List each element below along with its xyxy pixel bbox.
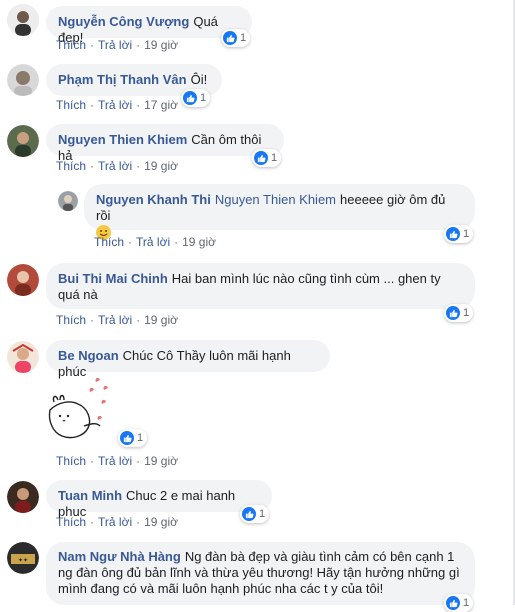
avatar[interactable] <box>7 264 39 296</box>
comment-actions: Thích · Trả lời · 19 giờ <box>94 235 216 249</box>
avatar[interactable]: ✦✦ <box>7 542 39 574</box>
reaction-count[interactable]: 1 <box>252 149 282 167</box>
mention-link[interactable]: Nguyen Thien Khiem <box>215 192 336 207</box>
avatar[interactable] <box>58 191 78 211</box>
comment-bubble: Be Ngoan Chúc Cô Thầy luôn mãi hạnh phúc <box>46 340 330 379</box>
like-reaction-icon <box>446 227 460 241</box>
like-button[interactable]: Thích <box>56 454 86 468</box>
comment-time[interactable]: 17 giờ <box>144 98 178 112</box>
reply-button[interactable]: Trả lời <box>98 515 132 529</box>
commenter-name[interactable]: Tuan Minh <box>58 488 122 503</box>
svg-text:✦✦: ✦✦ <box>18 557 28 564</box>
reply-button[interactable]: Trả lời <box>98 159 132 173</box>
like-button[interactable]: Thích <box>56 515 86 529</box>
commenter-name[interactable]: Nam Ngư Nhà Hàng <box>58 549 181 564</box>
comment-bubble: Tuan Minh Chuc 2 e mai hanh phuc <box>46 480 272 519</box>
commenter-name[interactable]: Bui Thi Mai Chinh <box>58 271 168 286</box>
reply-button[interactable]: Trả lời <box>98 98 132 112</box>
like-reaction-icon <box>183 91 197 105</box>
like-count: 1 <box>271 152 278 164</box>
reaction-count[interactable]: 1 <box>240 505 270 523</box>
comment-actions: Thích · Trả lời · 19 giờ <box>56 159 178 173</box>
like-button[interactable]: Thích <box>56 159 86 173</box>
commenter-name[interactable]: Phạm Thị Thanh Vân <box>58 72 187 87</box>
reaction-count[interactable]: 1 <box>444 304 474 322</box>
like-count: 1 <box>463 228 470 240</box>
like-reaction-icon <box>120 431 134 445</box>
reply-button[interactable]: Trả lời <box>98 38 132 52</box>
avatar[interactable] <box>7 4 39 36</box>
reply-button[interactable]: Trả lời <box>136 235 170 249</box>
reply-button[interactable]: Trả lời <box>98 454 132 468</box>
like-count: 1 <box>240 32 247 44</box>
comment-bubble: Nguyen Thien Khiem Cần ôm thôi hả <box>46 124 284 163</box>
like-reaction-icon <box>242 507 256 521</box>
like-count: 1 <box>137 432 144 444</box>
comment-time[interactable]: 19 giờ <box>182 235 216 249</box>
commenter-name[interactable]: Nguyen Thien Khiem <box>58 132 187 147</box>
comment-time[interactable]: 19 giờ <box>144 515 178 529</box>
comment-bubble: Bui Thi Mai Chinh Hai ban mình lúc nào cũ… <box>46 263 475 309</box>
like-count: 1 <box>463 597 470 609</box>
like-reaction-icon <box>223 31 237 45</box>
like-button[interactable]: Thích <box>56 313 86 327</box>
avatar[interactable] <box>7 481 39 513</box>
like-button[interactable]: Thích <box>94 235 124 249</box>
commenter-name[interactable]: Nguyen Khanh Thi <box>96 192 211 207</box>
reaction-count[interactable]: 1 <box>181 89 211 107</box>
like-button[interactable]: Thích <box>56 38 86 52</box>
avatar[interactable] <box>7 64 39 96</box>
avatar[interactable] <box>7 125 39 157</box>
like-button[interactable]: Thích <box>56 98 86 112</box>
comment-time[interactable]: 19 giờ <box>144 38 178 52</box>
reaction-count[interactable]: 1 <box>444 594 474 612</box>
comment-actions: Thích · Trả lời · 19 giờ <box>56 313 178 327</box>
like-count: 1 <box>259 508 266 520</box>
reaction-count[interactable]: 1 <box>221 29 251 47</box>
commenter-name[interactable]: Nguyễn Công Vượng <box>58 14 189 29</box>
comment-bubble: Nguyen Khanh Thi Nguyen Thien Khiem heeeee… <box>84 184 475 241</box>
reaction-count[interactable]: 1 <box>444 225 474 243</box>
comment-time[interactable]: 19 giờ <box>144 454 178 468</box>
reply-button[interactable]: Trả lời <box>98 313 132 327</box>
like-reaction-icon <box>446 596 460 610</box>
bunny-sticker <box>44 374 118 446</box>
comment-bubble: Nam Ngư Nhà Hàng Ng đàn bà đẹp và giàu tì… <box>46 542 475 605</box>
comment-actions: Thích · Trả lời · 19 giờ <box>56 38 178 52</box>
like-reaction-icon <box>254 151 268 165</box>
reaction-count[interactable]: 1 <box>118 429 148 447</box>
avatar[interactable] <box>7 341 39 373</box>
like-count: 1 <box>200 92 207 104</box>
comment-actions: Thích · Trả lời · 17 giờ <box>56 98 178 112</box>
like-reaction-icon <box>446 306 460 320</box>
comment-time[interactable]: 19 giờ <box>144 313 178 327</box>
commenter-name[interactable]: Be Ngoan <box>58 348 119 363</box>
comment-time[interactable]: 19 giờ <box>144 159 178 173</box>
comment-actions: Thích · Trả lời · 19 giờ <box>56 454 178 468</box>
comment-text: Ôi! <box>190 72 208 87</box>
comment-actions: Thích · Trả lời · 19 giờ <box>56 515 178 529</box>
like-count: 1 <box>463 307 470 319</box>
